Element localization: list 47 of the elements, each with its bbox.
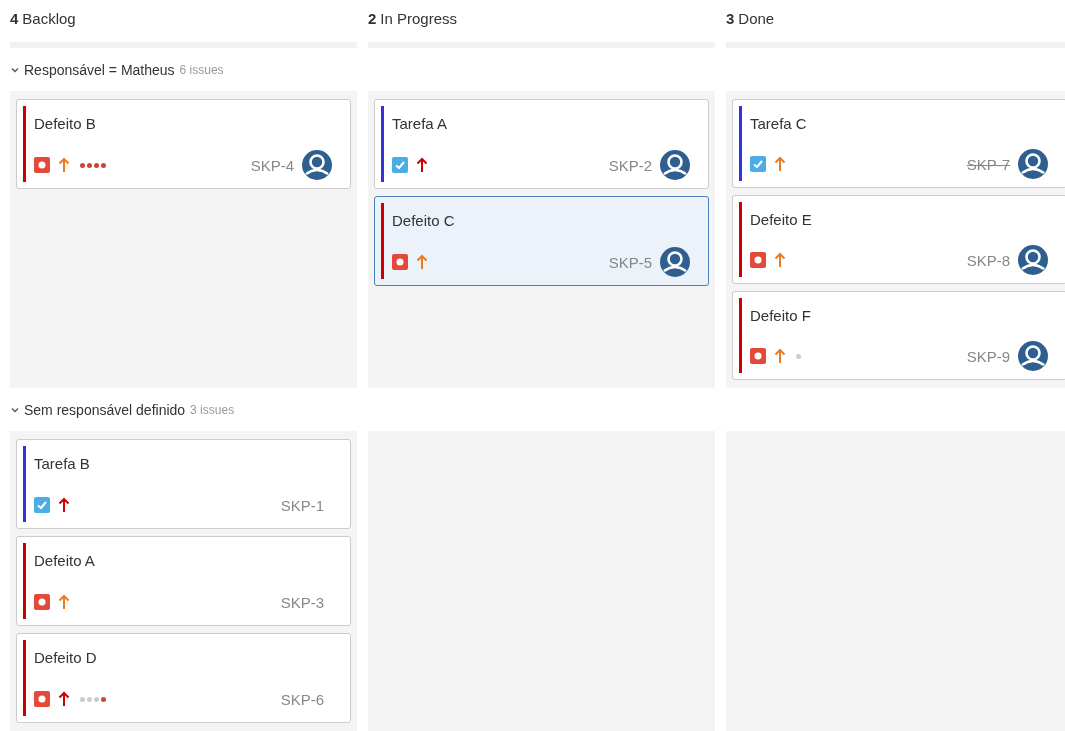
card-title: Defeito C	[392, 212, 456, 229]
issue-card[interactable]: Defeito C SKP-5	[374, 196, 709, 286]
card-title: Defeito E	[750, 211, 813, 228]
card-title: Defeito D	[34, 649, 98, 666]
issue-card[interactable]: Tarefa A SKP-2	[374, 99, 709, 189]
card-title: Tarefa A	[392, 115, 449, 132]
swimlane-title[interactable]: Sem responsável definido	[24, 401, 186, 418]
column-count: 4	[10, 9, 19, 27]
issue-card[interactable]: Tarefa B SKP-1	[16, 439, 351, 529]
issue-key[interactable]: SKP-8	[966, 251, 1010, 269]
bug-icon	[34, 691, 50, 707]
issue-key[interactable]: SKP-2	[608, 156, 652, 174]
bug-icon	[750, 348, 766, 364]
chevron-icon[interactable]	[11, 405, 19, 414]
issue-card[interactable]: Defeito F SKP-9	[732, 291, 1065, 380]
bug-icon	[34, 594, 50, 610]
column-count: 3	[726, 9, 735, 27]
issue-key[interactable]: SKP-9	[966, 347, 1010, 365]
checkbox-icon	[34, 497, 50, 513]
card-title: Tarefa C	[750, 115, 808, 132]
column-title: Backlog	[22, 9, 76, 27]
bug-icon	[392, 254, 408, 270]
issue-key[interactable]: SKP-6	[280, 690, 324, 708]
issue-card[interactable]: Defeito B SKP-4	[16, 99, 351, 189]
card-title: Defeito A	[34, 552, 96, 569]
card-title: Defeito F	[750, 307, 812, 324]
chevron-icon[interactable]	[11, 65, 19, 74]
issue-card[interactable]: Defeito E SKP-8	[732, 195, 1065, 284]
issue-key[interactable]: SKP-1	[280, 496, 324, 514]
swimlane-title[interactable]: Responsável = Matheus	[24, 61, 175, 78]
issue-key[interactable]: SKP-3	[280, 593, 324, 611]
issue-key[interactable]: SKP-7	[966, 155, 1010, 173]
issue-card[interactable]: Defeito D SKP-6	[16, 633, 351, 723]
issue-card[interactable]: Defeito A SKP-3	[16, 536, 351, 626]
checkbox-icon	[750, 156, 766, 172]
bug-icon	[34, 157, 50, 173]
bug-icon	[750, 252, 766, 268]
card-title: Tarefa B	[34, 455, 91, 472]
checkbox-icon	[392, 157, 408, 173]
card-title: Defeito B	[34, 115, 97, 132]
issue-count: 6 issues	[179, 62, 224, 77]
issue-card[interactable]: Tarefa C SKP-7	[732, 99, 1065, 188]
issue-count: 3 issues	[190, 402, 235, 417]
column-count: 2	[368, 9, 377, 27]
issue-key[interactable]: SKP-4	[250, 156, 294, 174]
column-title: In Progress	[380, 9, 458, 27]
column-title: Done	[738, 9, 775, 27]
